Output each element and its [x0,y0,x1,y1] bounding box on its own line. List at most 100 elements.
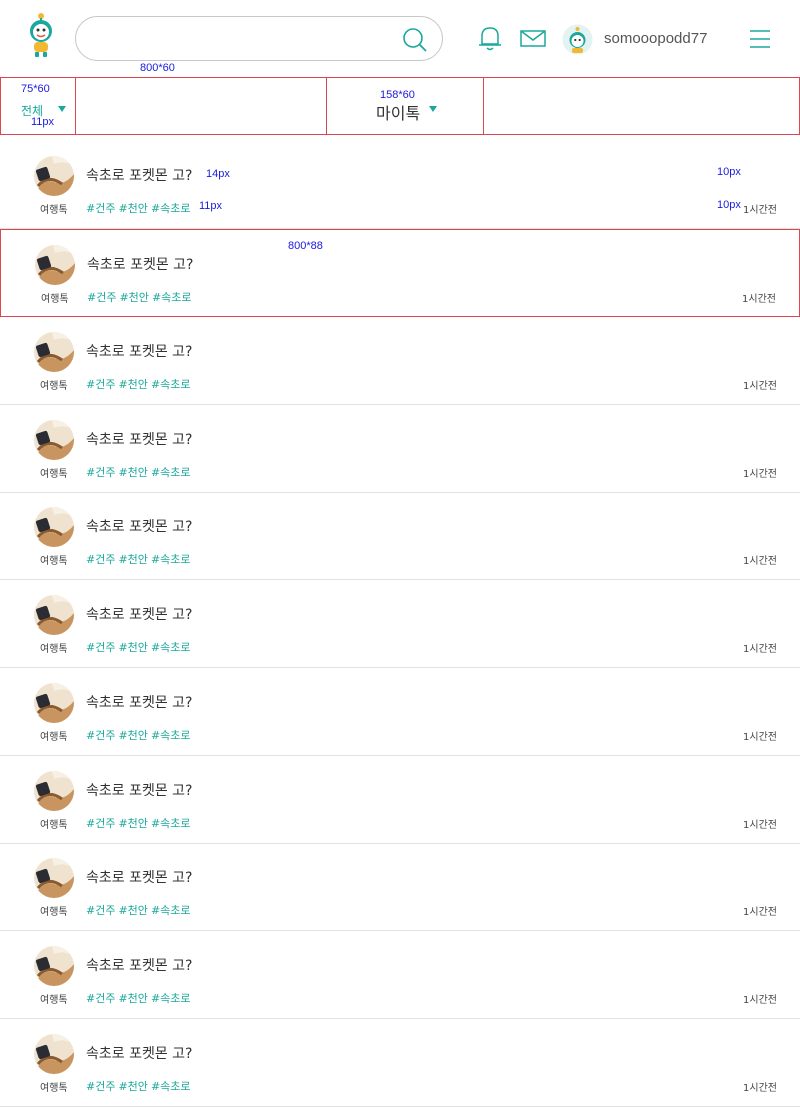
post-avatar-image-icon [34,507,74,547]
post-avatar-image-icon [34,771,74,811]
post-tag[interactable]: #속초로 [152,291,192,304]
post-tag[interactable]: #천안 [119,291,148,304]
list-item[interactable]: 여행톡 속초로 포켓몬 고? #건주 #천안 #속초로 1시간전 [0,843,800,931]
post-category: 여행톡 [41,294,69,305]
annotation-filterbar-size: 800*60 [140,62,175,74]
post-tag[interactable]: #건주 [86,202,115,215]
post-title[interactable]: 속초로 포켓몬 고? [86,1043,193,1063]
post-category: 여행톡 [40,995,68,1006]
search-input[interactable] [94,27,398,53]
post-tag[interactable]: #건주 [86,378,115,391]
post-avatar-image-icon [34,332,74,372]
post-tag[interactable]: #천안 [118,904,147,917]
post-tag[interactable]: #천안 [118,202,147,215]
post-title[interactable]: 속초로 포켓몬 고? [86,955,193,975]
post-tag[interactable]: #건주 [86,904,115,917]
post-tag[interactable]: #건주 [86,553,115,566]
dropdown-triangle-icon [58,106,66,112]
search-icon[interactable] [402,27,428,53]
dropdown-triangle-icon [429,106,437,112]
username[interactable]: somooopodd77 [604,30,707,47]
bell-icon[interactable] [476,24,504,52]
post-time: 1시간전 [743,907,777,918]
list-item[interactable]: 여행톡 속초로 포켓몬 고? #건주 #천안 #속초로 1시간전 [0,317,800,405]
annotation-time-font: 10px [717,199,741,211]
user-avatar-icon[interactable] [562,24,593,55]
post-tag[interactable]: #천안 [118,641,147,654]
post-tags: #건주 #천안 #속초로 [86,815,194,831]
tab-mytalk-label: 마이톡 [376,104,421,123]
post-tags: #건주 #천안 #속초로 [86,727,194,743]
list-item[interactable]: 여행톡 속초로 포켓몬 고? #건주 #천안 #속초로 1시간전 [0,931,800,1019]
post-tag[interactable]: #천안 [118,729,147,742]
post-tag[interactable]: #속초로 [151,641,191,654]
post-category: 여행톡 [40,469,68,480]
post-tags: #건주 #천안 #속초로 [87,289,195,305]
post-tag[interactable]: #속초로 [151,202,191,215]
post-tag[interactable]: #속초로 [151,553,191,566]
post-avatar-image-icon [34,858,74,898]
post-avatar [34,156,74,196]
post-avatar [34,946,74,986]
post-tags: #건주 #천안 #속초로 [86,464,194,480]
post-tags: #건주 #천안 #속초로 [86,376,194,392]
post-avatar [34,1034,74,1074]
post-time: 1시간전 [743,556,777,567]
post-time: 1시간전 [743,469,777,480]
post-title[interactable]: 속초로 포켓몬 고? [86,692,193,712]
list-item[interactable]: 여행톡 속초로 포켓몬 고? #건주 #천안 #속초로 1시간전 [0,668,800,756]
list-item[interactable]: 여행톡 속초로 포켓몬 고? #건주 #천안 #속초로 1시간전 [0,405,800,493]
tab-all[interactable]: 75*60 전체 11px [1,78,76,134]
post-tag[interactable]: #속초로 [151,904,191,917]
post-tag[interactable]: #건주 [86,817,115,830]
filter-bar: 75*60 전체 11px 158*60 마이톡 [0,77,800,135]
post-title[interactable]: 속초로 포켓몬 고? [86,165,193,185]
search-box[interactable] [75,16,443,61]
list-item[interactable]: 여행톡 속초로 포켓몬 고? #건주 #천안 #속초로 1시간전 [0,141,800,229]
post-tag[interactable]: #천안 [118,992,147,1005]
post-avatar [34,332,74,372]
post-avatar [34,683,74,723]
post-tag[interactable]: #속초로 [151,817,191,830]
post-tag[interactable]: #천안 [118,817,147,830]
post-tag[interactable]: #건주 [86,992,115,1005]
list-item[interactable]: 여행톡 속초로 포켓몬 고? #건주 #천안 #속초로 1시간전 [0,229,800,317]
post-tag[interactable]: #속초로 [151,466,191,479]
post-tag[interactable]: #건주 [86,641,115,654]
post-tag[interactable]: #천안 [118,466,147,479]
hamburger-menu-icon[interactable] [749,29,771,49]
post-tags: #건주 #천안 #속초로 [86,551,194,567]
post-title[interactable]: 속초로 포켓몬 고? [86,341,193,361]
post-title[interactable]: 속초로 포켓몬 고? [86,867,193,887]
post-tag[interactable]: #천안 [118,553,147,566]
post-title[interactable]: 속초로 포켓몬 고? [86,516,193,536]
post-title[interactable]: 속초로 포켓몬 고? [87,254,194,274]
post-tags: #건주 #천안 #속초로 [86,902,194,918]
post-tags: #건주 #천안 #속초로 [86,200,194,216]
post-tag[interactable]: #건주 [86,466,115,479]
tab-mytalk[interactable]: 158*60 마이톡 [327,78,484,134]
post-tag[interactable]: #건주 [86,729,115,742]
list-item[interactable]: 여행톡 속초로 포켓몬 고? #건주 #천안 #속초로 1시간전 [0,1019,800,1107]
mail-icon[interactable] [519,24,547,52]
list-item[interactable]: 여행톡 속초로 포켓몬 고? #건주 #천안 #속초로 1시간전 [0,756,800,844]
post-avatar-image-icon [34,420,74,460]
post-title[interactable]: 속초로 포켓몬 고? [86,429,193,449]
post-tag[interactable]: #건주 [87,291,116,304]
post-avatar [34,771,74,811]
annotation-tab-all-size: 75*60 [21,83,50,95]
robot-logo-icon[interactable] [24,12,58,58]
post-tag[interactable]: #속초로 [151,992,191,1005]
list-item[interactable]: 여행톡 속초로 포켓몬 고? #건주 #천안 #속초로 1시간전 [0,580,800,668]
list-item[interactable]: 여행톡 속초로 포켓몬 고? #건주 #천안 #속초로 1시간전 [0,492,800,580]
post-time: 1시간전 [743,995,777,1006]
post-tag[interactable]: #속초로 [151,378,191,391]
post-category: 여행톡 [40,907,68,918]
post-tag[interactable]: #속초로 [151,729,191,742]
post-title[interactable]: 속초로 포켓몬 고? [86,780,193,800]
post-tags: #건주 #천안 #속초로 [86,639,194,655]
post-tag[interactable]: #천안 [118,378,147,391]
post-title[interactable]: 속초로 포켓몬 고? [86,604,193,624]
post-category: 여행톡 [40,556,68,567]
annotation-tab-all-font: 11px [31,116,55,128]
